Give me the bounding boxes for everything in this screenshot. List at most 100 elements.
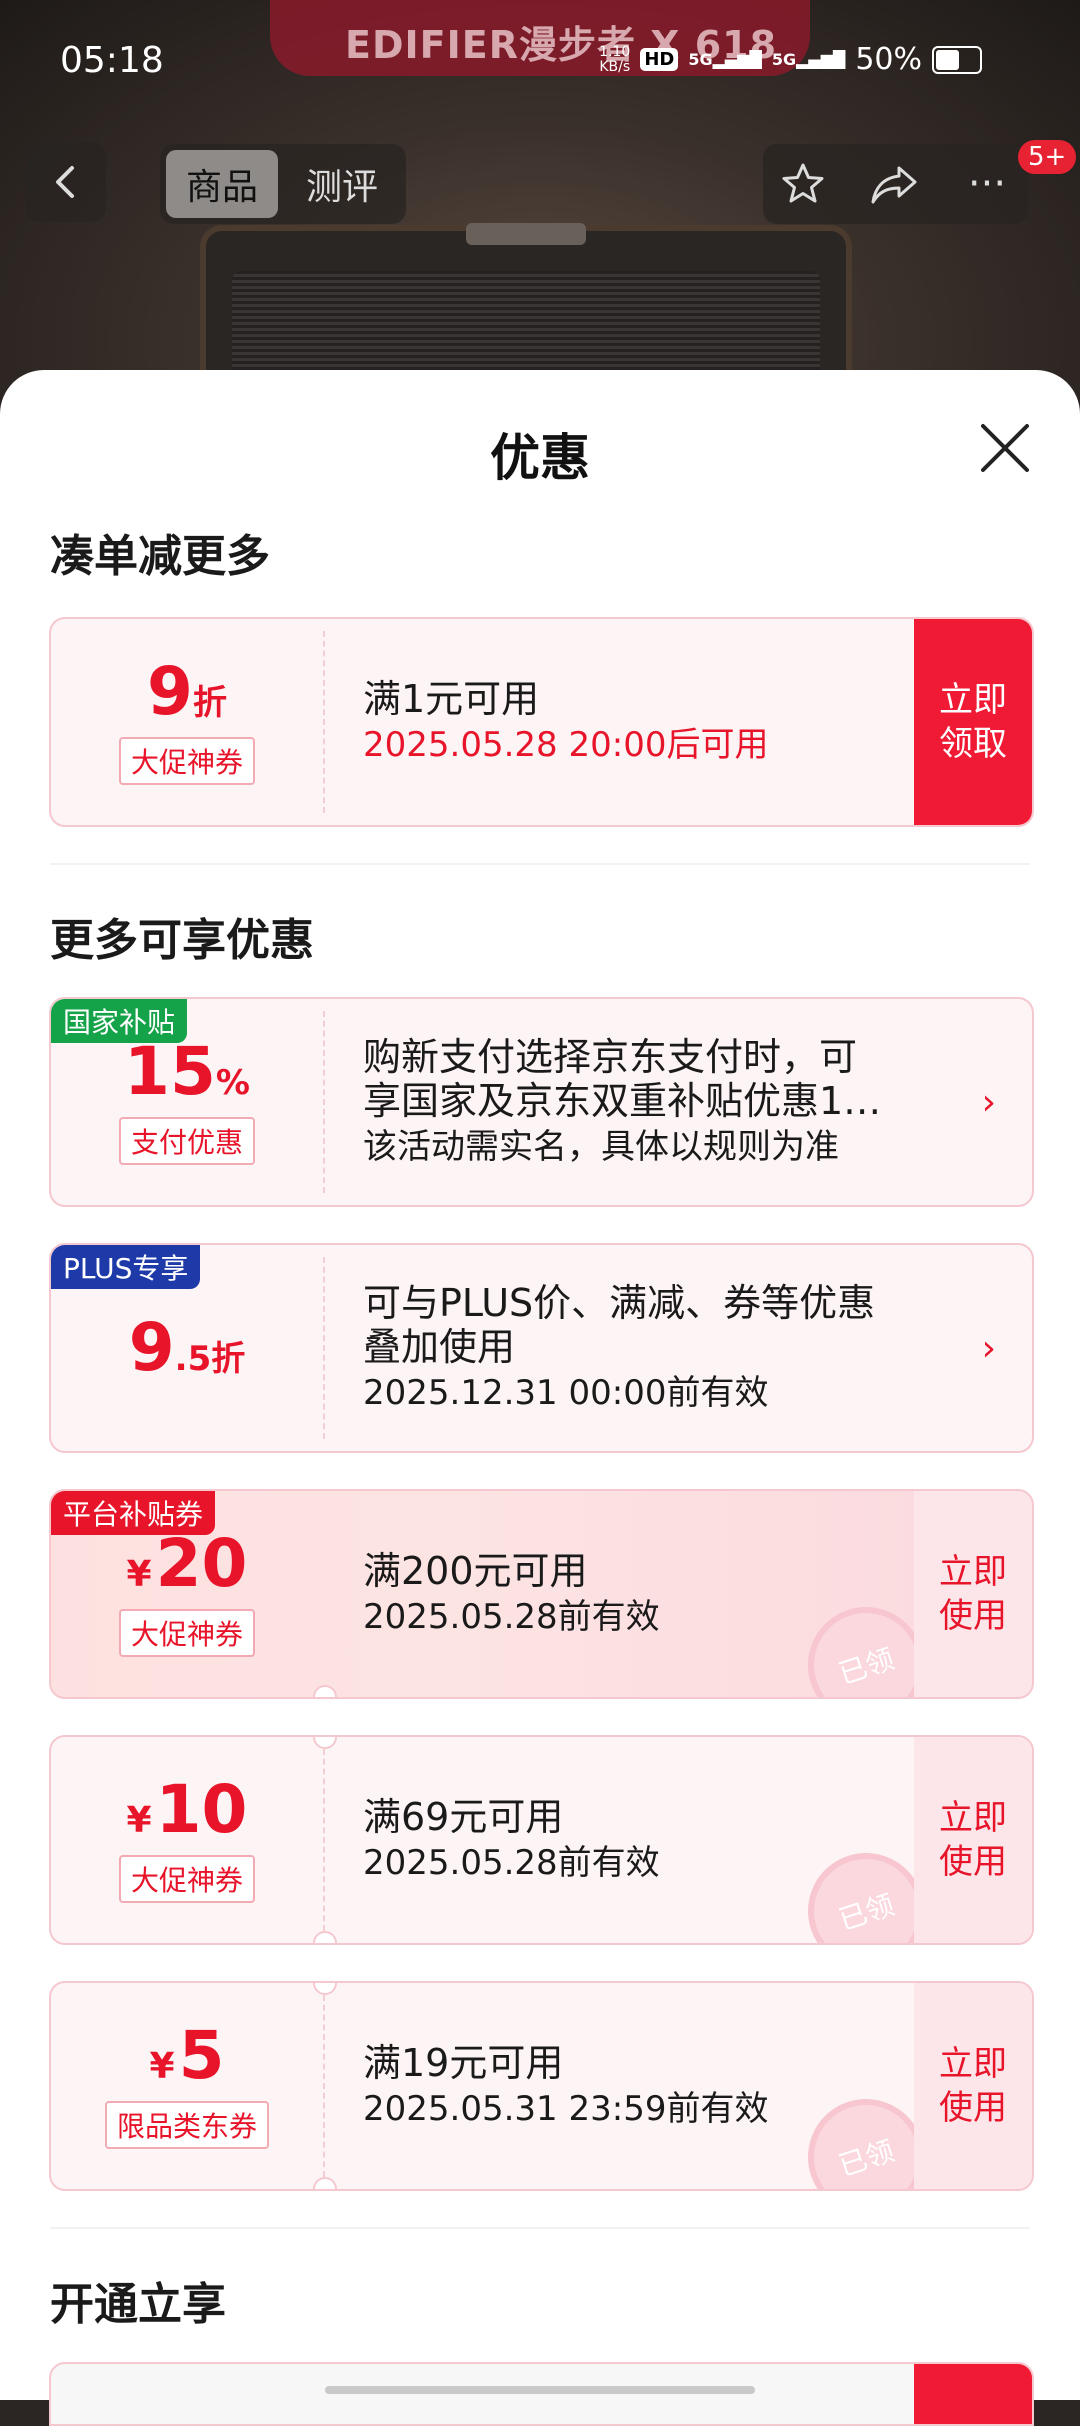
coupon-condition: 满200元可用 (363, 1549, 588, 1593)
chevron-right-icon: › (981, 1081, 996, 1123)
label-national-subsidy: 国家补贴 (51, 999, 188, 1043)
more-button[interactable]: ··· (947, 144, 1027, 224)
action-bar: ··· (763, 144, 1028, 224)
coupon-notch (313, 2177, 337, 2189)
use-button[interactable]: 立即使用 (914, 1737, 1032, 1943)
status-bar: 05:18 1.10 KB/s HD 5G▂▄▆█ 5G▂▄▆█ 50% (0, 0, 1080, 120)
coupon-notch (313, 1931, 337, 1943)
offer-description-1: 购新支付选择京东支付时，可 (363, 1035, 858, 1079)
coupon-details: 购新支付选择京东支付时，可 享国家及京东双重补贴优惠1… 该活动需实名，具体以规… (363, 999, 942, 1205)
claim-button-label: 立即领取 (939, 680, 1007, 764)
offer-description-2: 享国家及京东双重补贴优惠1… (363, 1079, 882, 1123)
membership-offer-card[interactable] (49, 2362, 1034, 2426)
use-button-label: 立即使用 (939, 1552, 1007, 1636)
coupon-divider (323, 631, 325, 813)
coupon-validity: 2025.05.28前有效 (363, 1597, 660, 1637)
coupon-condition: 满1元可用 (363, 677, 540, 721)
coupon-value-block: ¥5 限品类东券 (51, 1983, 323, 2189)
network-speed-value: 1.10 (599, 43, 631, 60)
coupon-value-unit: 折 (192, 683, 227, 723)
offer-note: 该活动需实名，具体以规则为准 (363, 1127, 839, 1167)
discount-sheet: 优惠 凑单减更多 9折 大促神券 满1元可用 2025.05.28 20:00后… (0, 370, 1080, 2400)
network-speed: 1.10 KB/s (599, 43, 631, 75)
battery-icon (932, 45, 982, 74)
share-button[interactable] (855, 144, 935, 224)
coupon-tag: 大促神券 (118, 1609, 255, 1657)
network-speed-unit: KB/s (599, 58, 631, 75)
coupon-value: 9.5折 (129, 1315, 246, 1381)
section-title-more-offers: 更多可享优惠 (50, 915, 314, 966)
offer-card-national-subsidy[interactable]: 15% 支付优惠 国家补贴 购新支付选择京东支付时，可 享国家及京东双重补贴优惠… (49, 997, 1034, 1207)
currency-symbol: ¥ (126, 1800, 152, 1841)
coupon-condition: 满69元可用 (363, 1795, 564, 1839)
label-plus-exclusive: PLUS专享 (51, 1245, 201, 1289)
star-icon (782, 163, 824, 203)
coupon-tag: 支付优惠 (118, 1117, 255, 1165)
section-title-bundle: 凑单减更多 (50, 531, 270, 582)
coupon-condition: 满19元可用 (363, 2041, 564, 2085)
status-icons: 1.10 KB/s HD 5G▂▄▆█ 5G▂▄▆█ 50% (599, 42, 982, 77)
close-icon (981, 424, 1029, 472)
tab-review[interactable]: 测评 (286, 150, 398, 218)
coupon-value-block: ¥10 大促神券 (51, 1737, 323, 1943)
close-button[interactable] (975, 418, 1035, 478)
home-indicator[interactable] (325, 2386, 755, 2394)
sim2-label: 5G (771, 50, 797, 69)
coupon-value-number: 9 (147, 653, 193, 730)
use-button[interactable]: 立即使用 (914, 1983, 1032, 2189)
chevron-left-icon (56, 166, 74, 198)
coupon-value-number: 5 (178, 2017, 225, 2094)
coupon-value-number: 15 (124, 1033, 216, 1110)
speaker-knob (466, 223, 586, 245)
use-button-label: 立即使用 (939, 1798, 1007, 1882)
battery-percent: 50% (855, 42, 922, 77)
coupon-validity: 2025.05.28 20:00后可用 (363, 725, 769, 765)
coupon-notch (313, 1685, 337, 1697)
coupon-value-block: 9折 大促神券 (51, 619, 323, 825)
coupon-validity: 2025.05.31 23:59前有效 (363, 2089, 769, 2129)
claim-button[interactable]: 立即领取 (914, 619, 1032, 825)
chevron-right-icon: › (981, 1327, 996, 1369)
offer-validity: 2025.12.31 00:00前有效 (363, 1373, 769, 1413)
offer-card-plus[interactable]: 9.5折 PLUS专享 可与PLUS价、满减、券等优惠 叠加使用 2025.12… (49, 1243, 1034, 1453)
coupon-validity: 2025.05.28前有效 (363, 1843, 660, 1883)
tab-switcher: 商品 测评 (160, 144, 406, 224)
back-button[interactable] (26, 142, 106, 222)
coupon-divider (323, 1011, 325, 1193)
coupon-value: ¥5 (150, 2023, 225, 2089)
label-platform-subsidy: 平台补贴券 (51, 1491, 216, 1535)
status-time: 05:18 (60, 40, 164, 81)
offer-description-1: 可与PLUS价、满减、券等优惠 (363, 1281, 876, 1325)
coupon-value-unit: % (215, 1063, 250, 1103)
notification-badge: 5+ (1018, 140, 1077, 174)
coupon-divider (323, 1995, 325, 2177)
share-icon (871, 166, 917, 204)
use-button-label: 立即使用 (939, 2044, 1007, 2128)
coupon-divider (323, 1749, 325, 1931)
coupon-details: 可与PLUS价、满减、券等优惠 叠加使用 2025.12.31 00:00前有效 (363, 1245, 942, 1451)
favorite-button[interactable] (763, 144, 843, 224)
signal-icon-sim1: 5G▂▄▆█ (688, 50, 762, 69)
coupon-divider (323, 1257, 325, 1439)
section-divider (50, 2227, 1030, 2229)
coupon-value-unit: .5折 (174, 1339, 246, 1379)
battery-fill (936, 49, 959, 70)
coupon-value: 15% (124, 1039, 250, 1105)
coupon-tag: 大促神券 (118, 1855, 255, 1903)
coupon-card: ¥10 大促神券 满69元可用 2025.05.28前有效 已领 立即使用 (49, 1735, 1034, 1945)
sim1-label: 5G (688, 50, 713, 69)
coupon-value-number: 10 (155, 1771, 248, 1848)
membership-action-button[interactable] (914, 2364, 1032, 2424)
more-dots-icon: ··· (967, 161, 1007, 207)
tab-product[interactable]: 商品 (166, 150, 278, 218)
coupon-details: 满1元可用 2025.05.28 20:00后可用 (363, 619, 892, 825)
coupon-tag: 大促神券 (118, 737, 255, 785)
offer-description-2: 叠加使用 (363, 1325, 516, 1369)
currency-symbol: ¥ (149, 2046, 175, 2087)
currency-symbol: ¥ (126, 1554, 152, 1595)
use-button[interactable]: 立即使用 (914, 1491, 1032, 1697)
coupon-card: 9折 大促神券 满1元可用 2025.05.28 20:00后可用 立即领取 (49, 617, 1034, 827)
coupon-value-number: 9 (128, 1309, 175, 1386)
coupon-card: ¥5 限品类东券 满19元可用 2025.05.31 23:59前有效 已领 立… (49, 1981, 1034, 2191)
coupon-card-platform-subsidy: ¥20 大促神券 平台补贴券 满200元可用 2025.05.28前有效 已领 … (49, 1489, 1034, 1699)
